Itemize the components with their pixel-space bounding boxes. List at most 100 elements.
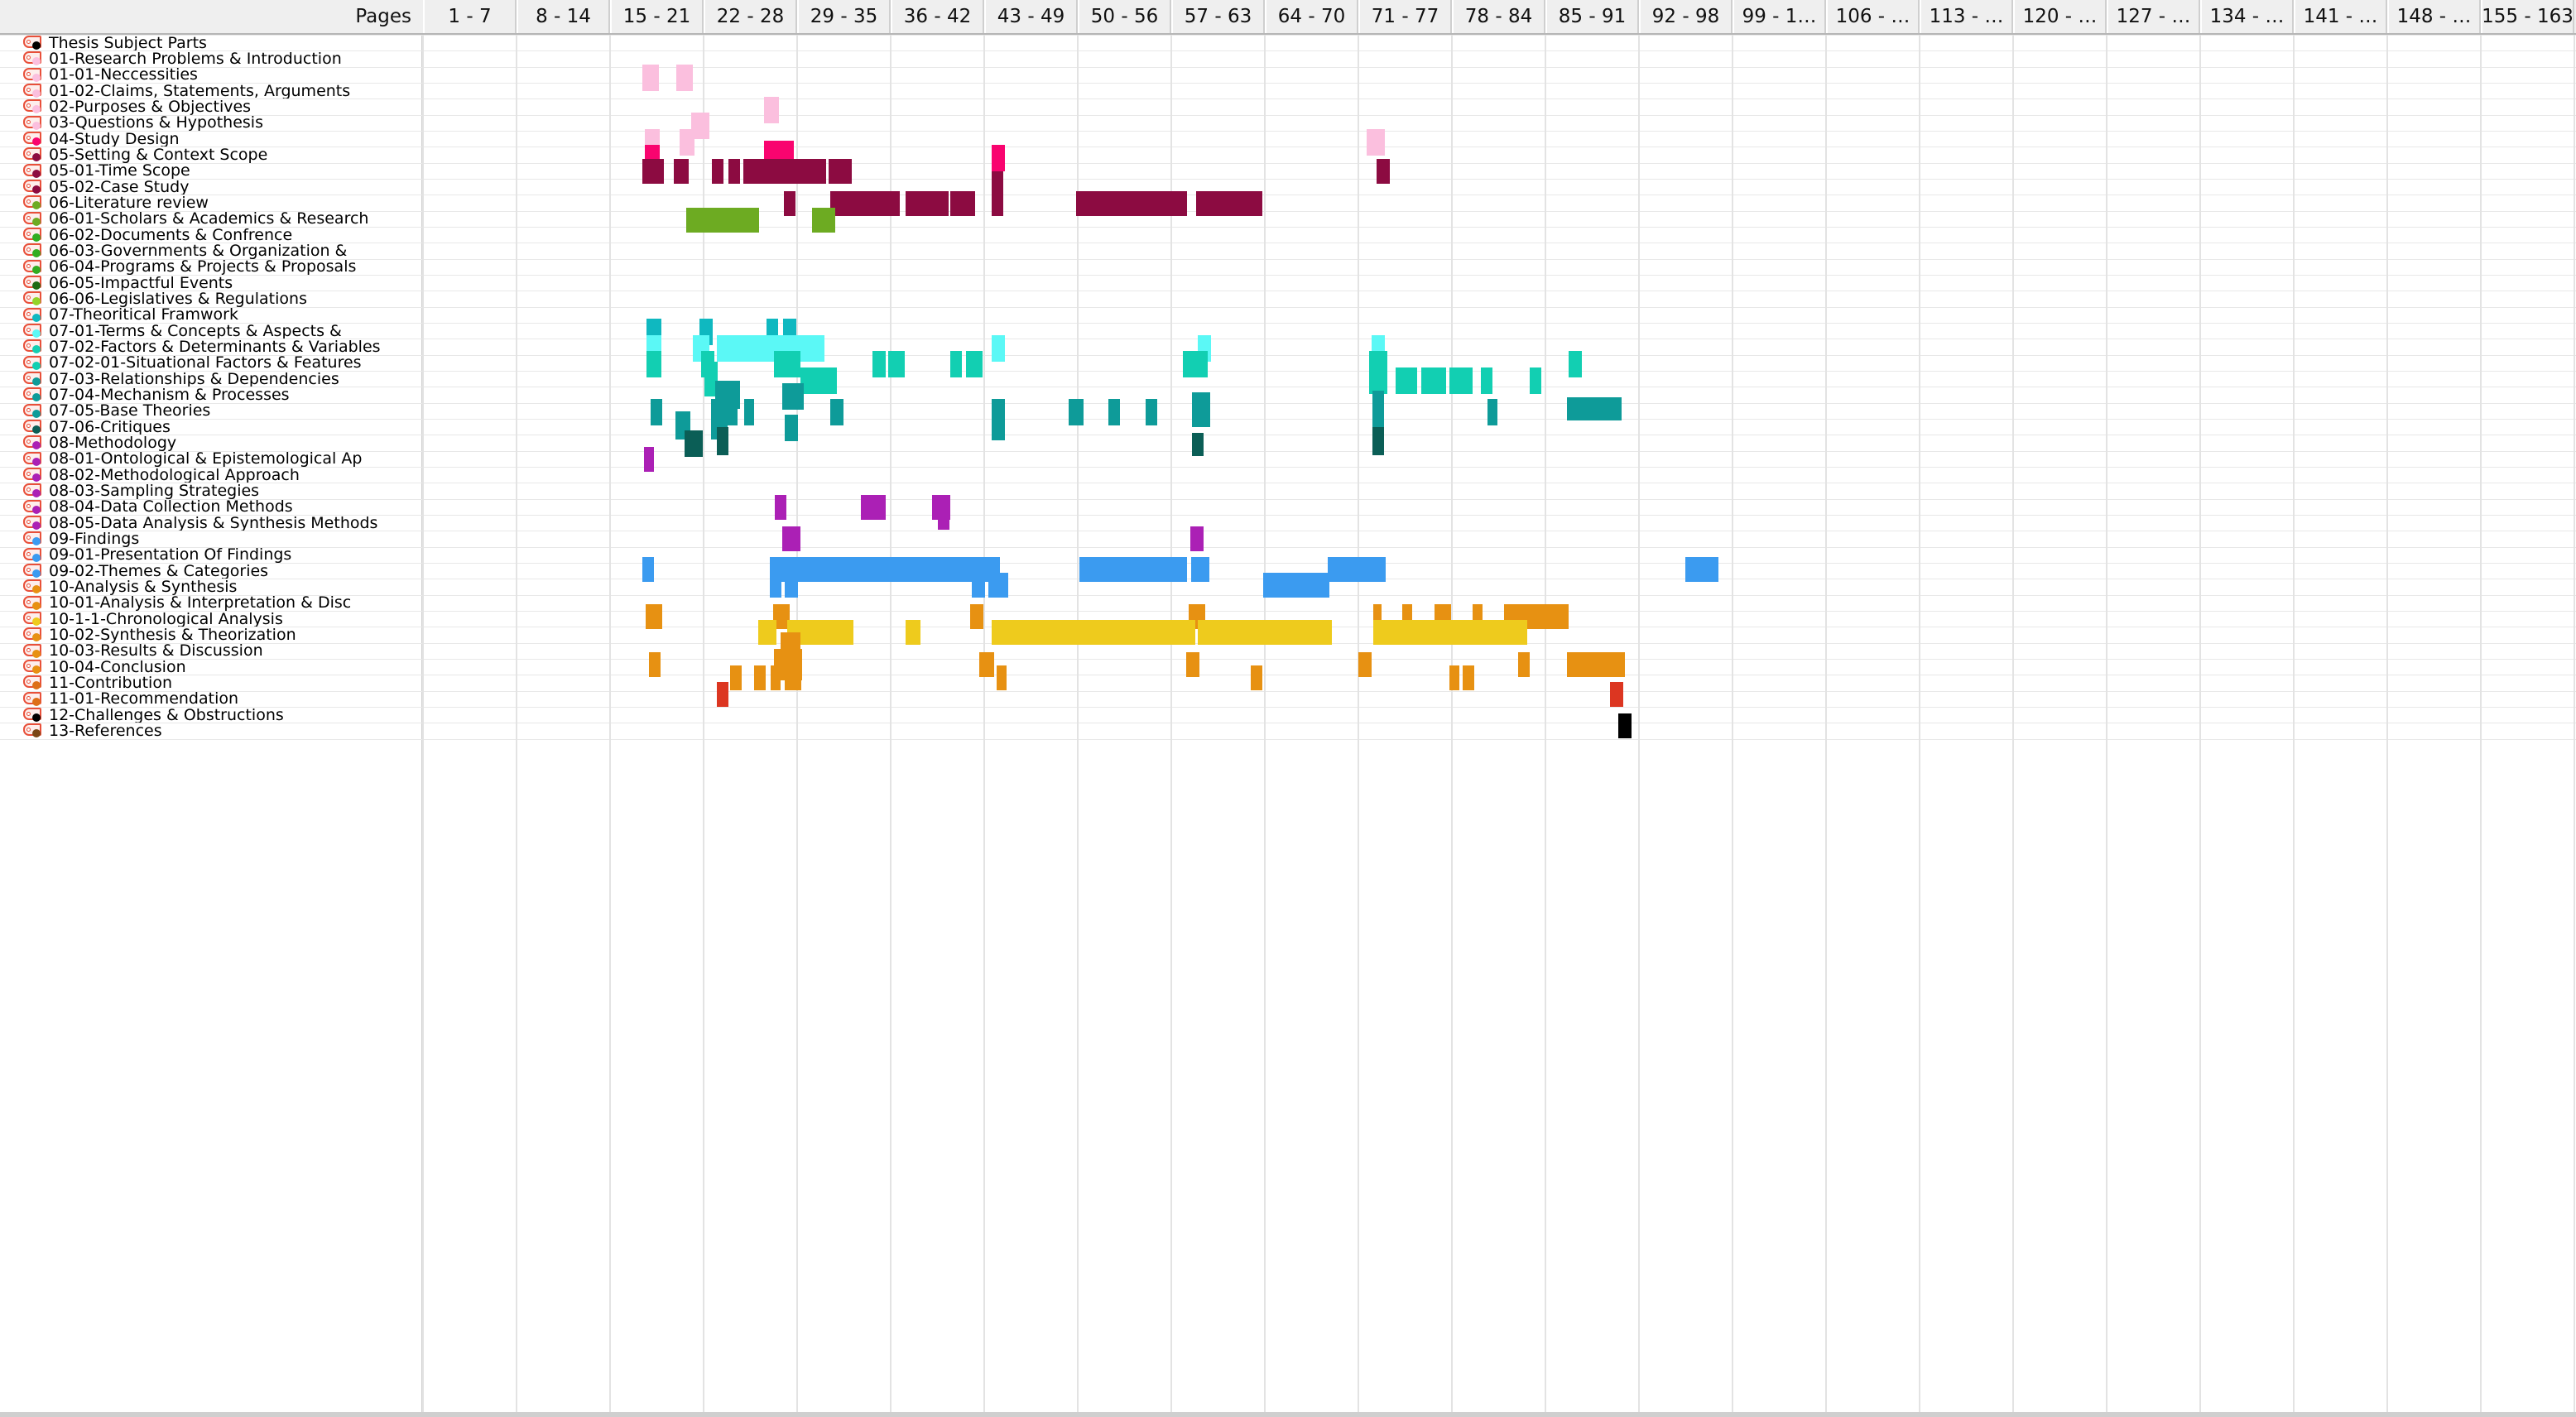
coverage-bar[interactable]: [758, 620, 776, 645]
row-label-29[interactable]: 08-03-Sampling Strategies: [0, 482, 423, 500]
coverage-bar[interactable]: [717, 427, 728, 455]
coverage-bar[interactable]: [1186, 652, 1199, 677]
coverage-bar[interactable]: [830, 399, 843, 425]
coverage-bar[interactable]: [775, 495, 786, 520]
row-label-6[interactable]: 03-Questions & Hypothesis: [0, 113, 423, 132]
coverage-bar[interactable]: [674, 159, 689, 184]
row-label-32[interactable]: 09-Findings: [0, 530, 423, 548]
column-header-19[interactable]: 127 - …: [2107, 0, 2200, 33]
coverage-bar[interactable]: [1108, 399, 1120, 425]
row-label-34[interactable]: 09-02-Themes & Categories: [0, 562, 423, 580]
row-label-26[interactable]: 08-Methodology: [0, 434, 423, 452]
coverage-bar[interactable]: [906, 620, 920, 645]
row-label-10[interactable]: 05-02-Case Study: [0, 178, 423, 196]
column-header-21[interactable]: 141 - …: [2294, 0, 2387, 33]
row-label-19[interactable]: 07-01-Terms & Concepts & Aspects &: [0, 322, 423, 340]
coverage-bar[interactable]: [1618, 713, 1632, 738]
row-label-31[interactable]: 08-05-Data Analysis & Synthesis Methods: [0, 514, 423, 532]
coverage-bar[interactable]: [1079, 557, 1187, 582]
coverage-bar[interactable]: [992, 171, 1003, 216]
coverage-bar[interactable]: [1685, 557, 1718, 582]
coverage-bar[interactable]: [1487, 399, 1497, 425]
column-header-14[interactable]: 92 - 98: [1639, 0, 1733, 33]
coverage-bar[interactable]: [938, 503, 949, 530]
row-label-36[interactable]: 10-01-Analysis & Interpretation & Disc: [0, 593, 423, 612]
coverage-bar[interactable]: [1449, 367, 1473, 394]
coverage-bar[interactable]: [680, 129, 694, 156]
column-header-7[interactable]: 43 - 49: [984, 0, 1078, 33]
coverage-bar[interactable]: [979, 652, 994, 677]
coverage-bar[interactable]: [785, 415, 798, 441]
row-label-12[interactable]: 06-01-Scholars & Academics & Research: [0, 209, 423, 228]
column-header-3[interactable]: 15 - 21: [610, 0, 704, 33]
coverage-bar[interactable]: [970, 604, 983, 629]
row-label-27[interactable]: 08-01-Ontological & Epistemological Ap: [0, 449, 423, 468]
coverage-bar[interactable]: [644, 447, 654, 472]
row-label-8[interactable]: 05-Setting & Context Scope: [0, 146, 423, 164]
coverage-bar[interactable]: [1191, 557, 1209, 582]
coverage-bar[interactable]: [1481, 367, 1492, 394]
coverage-bar[interactable]: [1069, 399, 1084, 425]
coverage-bar[interactable]: [1251, 665, 1262, 690]
row-label-7[interactable]: 04-Study Design: [0, 130, 423, 148]
coverage-bar[interactable]: [764, 97, 779, 123]
row-label-33[interactable]: 09-01-Presentation Of Findings: [0, 545, 423, 564]
row-label-13[interactable]: 06-02-Documents & Confrence: [0, 226, 423, 244]
coverage-bar[interactable]: [754, 665, 766, 690]
coverage-bar[interactable]: [950, 191, 975, 216]
coverage-bar[interactable]: [1518, 652, 1530, 677]
coverage-bar[interactable]: [1367, 129, 1385, 156]
coverage-bar[interactable]: [1192, 392, 1210, 427]
coverage-bar[interactable]: [1192, 433, 1204, 456]
row-label-38[interactable]: 10-02-Synthesis & Theorization: [0, 626, 423, 644]
coverage-bar[interactable]: [1373, 620, 1527, 645]
row-label-9[interactable]: 05-01-Time Scope: [0, 161, 423, 180]
coverage-bar[interactable]: [770, 557, 1000, 582]
coverage-bar[interactable]: [829, 159, 852, 184]
row-label-11[interactable]: 06-Literature review: [0, 194, 423, 212]
coverage-bar[interactable]: [784, 191, 795, 216]
row-label-21[interactable]: 07-02-01-Situational Factors & Features: [0, 353, 423, 372]
row-label-5[interactable]: 02-Purposes & Objectives: [0, 98, 423, 116]
coverage-bar[interactable]: [1377, 159, 1390, 184]
coverage-bar[interactable]: [1196, 191, 1262, 216]
coverage-bar[interactable]: [812, 367, 837, 394]
coverage-bar[interactable]: [744, 399, 754, 425]
coverage-bar[interactable]: [642, 65, 659, 91]
coverage-bar[interactable]: [872, 351, 886, 377]
coverage-bar[interactable]: [642, 159, 664, 184]
coverage-bar[interactable]: [830, 191, 900, 216]
row-label-42[interactable]: 11-01-Recommendation: [0, 689, 423, 708]
column-header-6[interactable]: 36 - 42: [891, 0, 984, 33]
coverage-bar[interactable]: [1449, 665, 1459, 690]
coverage-bar[interactable]: [997, 665, 1007, 690]
coverage-bar[interactable]: [712, 159, 723, 184]
row-label-24[interactable]: 07-05-Base Theories: [0, 401, 423, 420]
coverage-bar[interactable]: [1463, 665, 1474, 690]
coverage-bar[interactable]: [1569, 351, 1582, 377]
row-label-14[interactable]: 06-03-Governments & Organization &: [0, 242, 423, 260]
row-label-25[interactable]: 07-06-Critiques: [0, 418, 423, 436]
coverage-bar[interactable]: [1396, 367, 1417, 394]
coverage-bar[interactable]: [1372, 391, 1384, 427]
column-header-20[interactable]: 134 - …: [2200, 0, 2294, 33]
row-label-1[interactable]: Thesis Subject Parts: [0, 34, 423, 52]
coverage-bar[interactable]: [1421, 367, 1446, 394]
coverage-bar[interactable]: [1610, 682, 1623, 707]
row-label-23[interactable]: 07-04-Mechanism & Processes: [0, 386, 423, 404]
coverage-bar[interactable]: [1372, 427, 1384, 455]
column-header-9[interactable]: 57 - 63: [1171, 0, 1265, 33]
coverage-bar[interactable]: [730, 665, 742, 690]
coverage-bar[interactable]: [906, 191, 949, 216]
coverage-bar[interactable]: [1190, 526, 1204, 551]
column-header-23[interactable]: 155 - 163: [2481, 0, 2574, 33]
coverage-bar[interactable]: [743, 159, 826, 184]
row-label-18[interactable]: 07-Theoritical Framwork: [0, 305, 423, 324]
row-label-40[interactable]: 10-04-Conclusion: [0, 658, 423, 676]
coverage-bar[interactable]: [861, 495, 886, 520]
coverage-bar[interactable]: [1530, 367, 1541, 394]
coverage-bar[interactable]: [1358, 652, 1372, 677]
coverage-bar[interactable]: [686, 208, 759, 233]
row-label-30[interactable]: 08-04-Data Collection Methods: [0, 497, 423, 516]
coverage-bar[interactable]: [770, 573, 781, 598]
